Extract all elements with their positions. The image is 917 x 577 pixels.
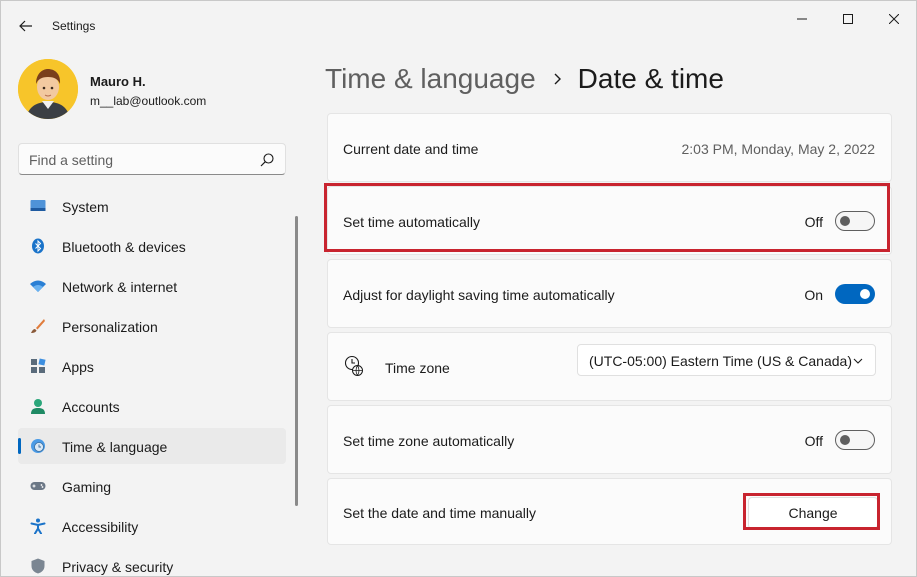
sidebar-item-accessibility[interactable]: Accessibility xyxy=(18,508,286,544)
toggle-knob xyxy=(860,289,870,299)
time-zone-card: Time zone (UTC-05:00) Eastern Time (US &… xyxy=(327,332,892,401)
time-zone-dropdown[interactable]: (UTC-05:00) Eastern Time (US & Canada) xyxy=(577,344,876,376)
globe-clock-icon xyxy=(31,439,45,453)
sidebar-item-label: Apps xyxy=(62,359,94,375)
sidebar-item-network[interactable]: Network & internet xyxy=(18,268,286,304)
search-box[interactable] xyxy=(18,143,286,175)
app-title: Settings xyxy=(52,19,96,33)
sidebar-item-label: Accounts xyxy=(62,399,120,415)
avatar[interactable] xyxy=(18,59,78,119)
maximize-button[interactable] xyxy=(825,7,871,31)
chevron-down-icon xyxy=(853,358,863,364)
clock-globe-icon xyxy=(344,355,363,376)
sidebar-item-label: System xyxy=(62,199,109,215)
set-time-auto-card: Set time automatically Off xyxy=(327,186,892,255)
page-title: Date & time xyxy=(577,63,724,94)
system-icon xyxy=(30,200,46,211)
time-zone-value: (UTC-05:00) Eastern Time (US & Canada) xyxy=(589,353,852,369)
bluetooth-icon xyxy=(32,238,44,254)
minimize-button[interactable] xyxy=(779,7,825,31)
current-datetime-label: Current date and time xyxy=(343,141,479,157)
current-datetime-card: Current date and time 2:03 PM, Monday, M… xyxy=(327,113,892,182)
accounts-icon xyxy=(31,399,45,414)
apps-icon xyxy=(31,358,46,373)
change-button[interactable]: Change xyxy=(748,497,878,529)
set-time-auto-label: Set time automatically xyxy=(343,214,480,230)
toggle-knob xyxy=(840,216,850,226)
back-arrow-icon xyxy=(19,20,32,32)
profile-email: m__lab@outlook.com xyxy=(90,94,207,108)
set-tz-auto-toggle[interactable] xyxy=(835,430,875,450)
set-manually-label: Set the date and time manually xyxy=(343,505,537,521)
title-bar: Settings xyxy=(1,1,916,49)
set-tz-auto-card: Set time zone automatically Off xyxy=(327,405,892,474)
sidebar-nav: System Bluetooth & devices Network & int… xyxy=(18,188,286,577)
set-time-auto-state: Off xyxy=(804,214,823,230)
sidebar-item-label: Personalization xyxy=(62,319,158,335)
search-input[interactable] xyxy=(29,150,249,170)
set-tz-auto-state: Off xyxy=(804,433,823,449)
accessibility-icon xyxy=(30,518,46,534)
current-datetime-value: 2:03 PM, Monday, May 2, 2022 xyxy=(681,141,875,157)
sidebar-item-label: Accessibility xyxy=(62,519,139,535)
breadcrumb: Time & language Date & time xyxy=(325,59,724,99)
daylight-saving-card: Adjust for daylight saving time automati… xyxy=(327,259,892,328)
set-tz-auto-label: Set time zone automatically xyxy=(343,433,515,449)
close-icon xyxy=(889,14,899,24)
sidebar-item-bluetooth[interactable]: Bluetooth & devices xyxy=(18,228,286,264)
sidebar-item-label: Network & internet xyxy=(62,279,178,295)
sidebar-item-label: Bluetooth & devices xyxy=(62,239,186,255)
profile-name: Mauro H. xyxy=(90,74,146,89)
avatar-image-icon xyxy=(18,59,78,119)
gamepad-icon xyxy=(30,482,46,490)
sidebar-item-privacy[interactable]: Privacy & security xyxy=(18,548,286,577)
breadcrumb-parent[interactable]: Time & language xyxy=(325,63,536,95)
close-button[interactable] xyxy=(871,7,917,31)
sidebar-item-label: Time & language xyxy=(62,439,168,455)
set-time-auto-toggle[interactable] xyxy=(835,211,875,231)
wifi-icon xyxy=(30,280,46,292)
back-button[interactable] xyxy=(13,13,39,39)
maximize-icon xyxy=(843,14,853,24)
sidebar-item-accounts[interactable]: Accounts xyxy=(18,388,286,424)
search-icon[interactable] xyxy=(259,152,275,168)
daylight-saving-label: Adjust for daylight saving time automati… xyxy=(343,287,615,303)
sidebar-item-label: Gaming xyxy=(62,479,112,495)
sidebar-item-gaming[interactable]: Gaming xyxy=(18,468,286,504)
set-manually-card: Set the date and time manually Change xyxy=(327,478,892,545)
toggle-knob xyxy=(840,435,850,445)
sidebar-item-apps[interactable]: Apps xyxy=(18,348,286,384)
minimize-icon xyxy=(797,18,807,20)
sidebar-item-personalization[interactable]: Personalization xyxy=(18,308,286,344)
shield-icon xyxy=(31,558,45,574)
time-zone-label: Time zone xyxy=(385,360,450,376)
chevron-right-icon xyxy=(554,73,562,85)
settings-window: Settings Mauro H. m__lab@outlook.com Fin… xyxy=(0,0,917,577)
daylight-saving-state: On xyxy=(804,287,823,303)
brush-icon xyxy=(31,319,45,333)
sidebar-item-time-language[interactable]: Time & language xyxy=(18,428,286,464)
daylight-saving-toggle[interactable] xyxy=(835,284,875,304)
sidebar-item-system[interactable]: System xyxy=(18,188,286,224)
sidebar-item-label: Privacy & security xyxy=(62,559,174,575)
sidebar-scrollbar[interactable] xyxy=(295,216,298,506)
